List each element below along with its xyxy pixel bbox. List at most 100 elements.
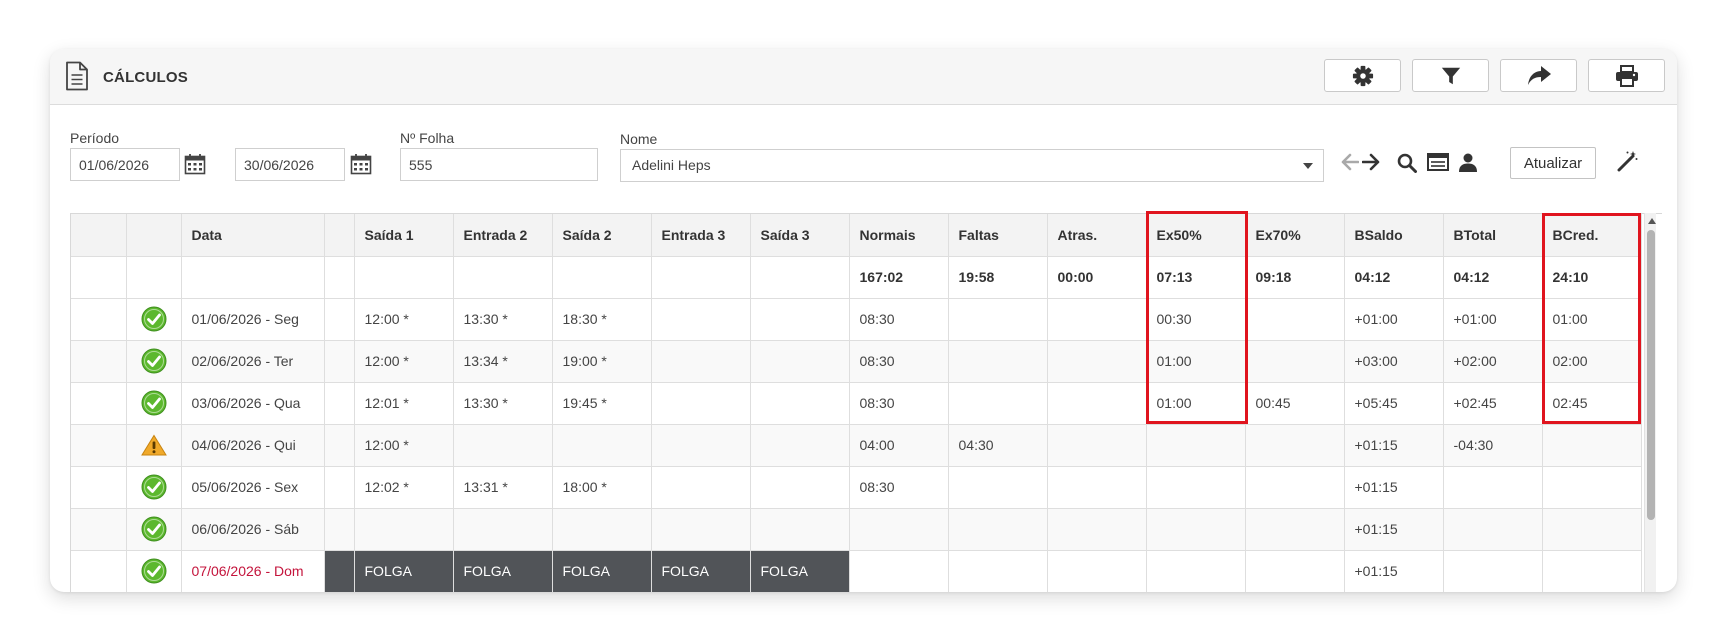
column-header-normais[interactable]: Normais [849, 214, 949, 257]
cell-saida-2 [552, 508, 652, 551]
cell-entrada-2: 13:31 * [453, 466, 553, 509]
column-header-saida-3[interactable]: Saída 3 [750, 214, 850, 257]
cell-ex70 [1245, 466, 1345, 509]
status-cell[interactable] [126, 424, 182, 467]
cell-col-3 [324, 508, 355, 551]
cell-bcred [1542, 466, 1642, 509]
cell-bcred: 02:45 [1542, 382, 1642, 425]
cell-atras [1047, 424, 1147, 467]
cell-entrada-2 [453, 508, 553, 551]
cell-data: 05/06/2026 - Sex [181, 466, 325, 509]
cell-bsaldo: +05:45 [1344, 382, 1444, 425]
folha-input[interactable] [400, 148, 598, 181]
cell-bsaldo: +01:15 [1344, 466, 1444, 509]
cell-entrada-3 [651, 424, 751, 467]
magic-wand-icon[interactable] [1616, 150, 1638, 172]
cell-entrada-2: 13:30 * [453, 382, 553, 425]
cell-ex70 [1245, 424, 1345, 467]
calendar-icon[interactable] [184, 153, 206, 175]
cell-col-3 [324, 466, 355, 509]
update-button[interactable]: Atualizar [1510, 147, 1596, 179]
column-header-data[interactable]: Data [181, 214, 325, 257]
cell-saida-1: 12:00 * [354, 298, 454, 341]
table-row[interactable]: 05/06/2026 - Sex 12:02 * 13:31 * 18:00 * 08:… [71, 466, 1642, 509]
cell-btotal [1443, 508, 1543, 551]
total-entrada-2 [453, 256, 553, 299]
status-cell[interactable] [126, 550, 182, 592]
cell-bsaldo: +01:15 [1344, 550, 1444, 592]
cell-ex50 [1146, 466, 1246, 509]
cell-entrada-2: FOLGA [453, 550, 553, 592]
cell-saida-1: 12:02 * [354, 466, 454, 509]
column-header-atras[interactable]: Atras. [1047, 214, 1147, 257]
column-header-entrada-2[interactable]: Entrada 2 [453, 214, 553, 257]
column-header-entrada-3[interactable]: Entrada 3 [651, 214, 751, 257]
total-faltas: 19:58 [948, 256, 1048, 299]
cell-bcred [1542, 424, 1642, 467]
cell-btotal: -04:30 [1443, 424, 1543, 467]
date-end-input[interactable] [235, 148, 345, 181]
total-btotal: 04:12 [1443, 256, 1543, 299]
cell-bcred: 01:00 [1542, 298, 1642, 341]
date-start-input[interactable] [70, 148, 180, 181]
prev-arrow-icon[interactable] [1341, 153, 1359, 171]
nome-label: Nome [620, 131, 658, 147]
status-cell[interactable] [126, 508, 182, 551]
total-data [181, 256, 325, 299]
list-icon[interactable] [1427, 153, 1449, 171]
cell-btotal: +02:45 [1443, 382, 1543, 425]
cell-entrada-2 [453, 424, 553, 467]
cell-saida-3 [750, 340, 850, 383]
next-arrow-icon[interactable] [1362, 153, 1380, 171]
status-cell[interactable] [126, 298, 182, 341]
scroll-up-arrow[interactable] [1648, 218, 1656, 224]
column-header-ex70[interactable]: Ex70% [1245, 214, 1345, 257]
cell-col-0 [71, 508, 127, 551]
column-header-saida-2[interactable]: Saída 2 [552, 214, 652, 257]
cell-col-0 [71, 466, 127, 509]
cell-entrada-3 [651, 340, 751, 383]
status-cell[interactable] [126, 382, 182, 425]
print-button[interactable] [1588, 59, 1665, 92]
cell-data: 06/06/2026 - Sáb [181, 508, 325, 551]
scroll-thumb[interactable] [1647, 230, 1655, 520]
table-row[interactable]: 06/06/2026 - Sáb +01:15 [71, 508, 1642, 551]
totals-row: 167:02 19:58 00:00 07:13 09:18 04:12 04:12 24:1… [71, 256, 1642, 299]
column-header-btotal[interactable]: BTotal [1443, 214, 1543, 257]
cell-btotal [1443, 466, 1543, 509]
table-row[interactable]: 01/06/2026 - Seg 12:00 * 13:30 * 18:30 * 08:… [71, 298, 1642, 341]
search-icon[interactable] [1397, 153, 1417, 173]
table-row[interactable]: 04/06/2026 - Qui 12:00 * 04:00 04:30 +01:15-… [71, 424, 1642, 467]
settings-button[interactable] [1324, 59, 1401, 92]
calendar-icon[interactable] [350, 153, 372, 175]
cell-saida-2: 18:00 * [552, 466, 652, 509]
total-col-1 [126, 256, 182, 299]
total-col-0 [71, 256, 127, 299]
column-header-ex50[interactable]: Ex50% [1146, 214, 1246, 257]
cell-col-0 [71, 382, 127, 425]
user-icon[interactable] [1458, 152, 1478, 172]
nome-select[interactable]: Adelini Heps [620, 149, 1324, 182]
total-bsaldo: 04:12 [1344, 256, 1444, 299]
column-header-bsaldo[interactable]: BSaldo [1344, 214, 1444, 257]
table-row[interactable]: 02/06/2026 - Ter 12:00 * 13:34 * 19:00 * 08:… [71, 340, 1642, 383]
status-cell[interactable] [126, 466, 182, 509]
table-scrollbar[interactable] [1644, 213, 1656, 592]
total-normais: 167:02 [849, 256, 949, 299]
status-cell[interactable] [126, 340, 182, 383]
cell-saida-1: 12:00 * [354, 340, 454, 383]
cell-ex70 [1245, 550, 1345, 592]
column-header-saida-1[interactable]: Saída 1 [354, 214, 454, 257]
table-row[interactable]: 07/06/2026 - Dom FOLGA FOLGA FOLGA FOLGA FOLG… [71, 550, 1642, 592]
filter-button[interactable] [1412, 59, 1489, 92]
share-button[interactable] [1500, 59, 1577, 92]
table-row[interactable]: 03/06/2026 - Qua 12:01 * 13:30 * 19:45 * 08:… [71, 382, 1642, 425]
total-ex50: 07:13 [1146, 256, 1246, 299]
column-header-faltas[interactable]: Faltas [948, 214, 1048, 257]
cell-bsaldo: +03:00 [1344, 340, 1444, 383]
cell-ex70 [1245, 508, 1345, 551]
total-saida-2 [552, 256, 652, 299]
cell-entrada-3 [651, 382, 751, 425]
cell-ex70 [1245, 298, 1345, 341]
column-header-bcred[interactable]: BCred. [1542, 214, 1642, 257]
